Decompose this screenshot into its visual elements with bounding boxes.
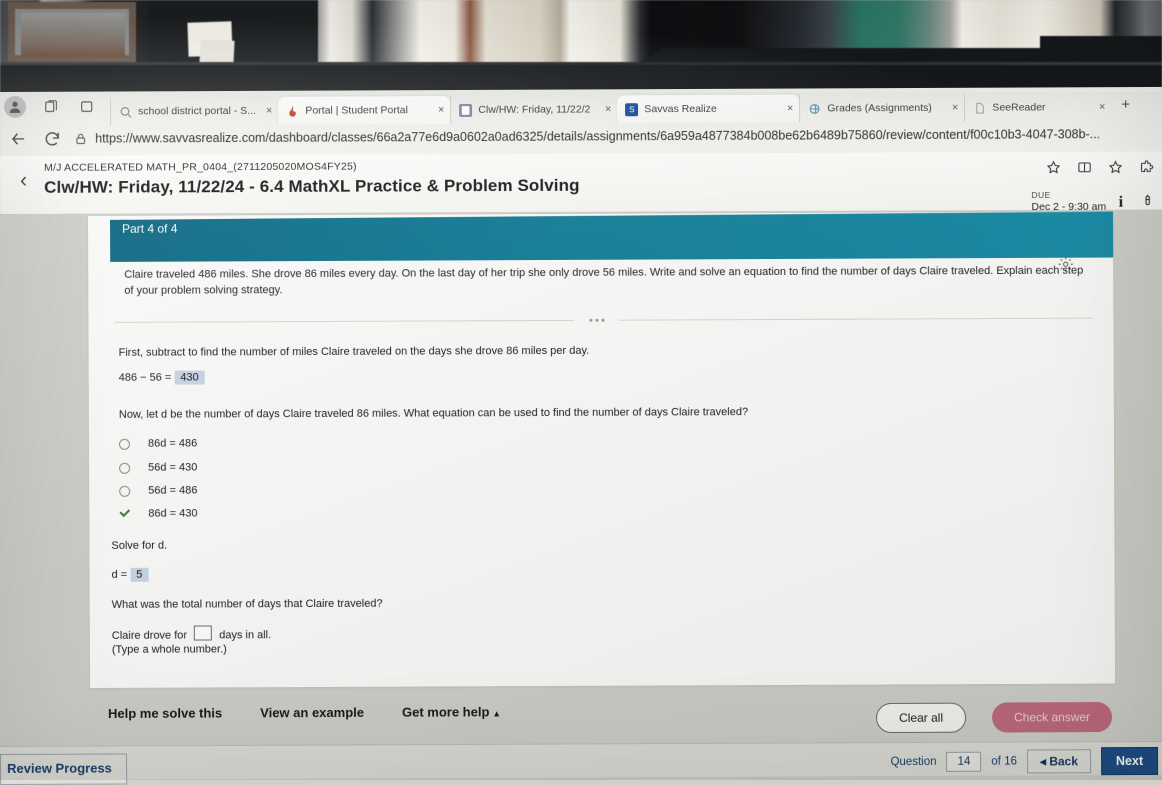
action-buttons: Clear all Check answer — [875, 702, 1113, 734]
chevron-up-icon: ▴ — [494, 708, 499, 719]
get-more-help-button[interactable]: Get more help ▴ — [402, 704, 499, 719]
tab-title: Savvas Realize — [644, 102, 717, 116]
help-me-solve-this-button[interactable]: Help me solve this — [108, 706, 222, 721]
question-navigation: Question 14 of 16 ◂ Back Next — [890, 746, 1159, 776]
picture-frame — [8, 2, 136, 62]
view-an-example-button[interactable]: View an example — [260, 705, 364, 720]
browser-chrome: school district portal - S... × Portal |… — [0, 86, 1162, 158]
final-answer-row: Claire drove for days in all. — [112, 625, 271, 644]
doc-icon — [459, 103, 473, 117]
step-3-equation: d = 5 — [111, 567, 149, 584]
get-more-help-label: Get more help — [401, 704, 490, 720]
step-1-text: First, subtract to find the number of mi… — [118, 344, 590, 359]
tab-title: Grades (Assignments) — [827, 101, 932, 115]
profile-avatar-icon[interactable] — [4, 95, 27, 118]
monitor-bezel-step — [640, 48, 1060, 62]
step-1-equation: 486 − 56 = 430 — [119, 370, 205, 386]
app-header: ‹ M/J ACCELERATED MATH_PR_0404_(27112050… — [0, 151, 1162, 214]
course-code: M/J ACCELERATED MATH_PR_0404_(2711205020… — [44, 160, 357, 174]
question-total: of 16 — [991, 755, 1017, 768]
step-1-equation-prefix: 486 − 56 = — [118, 371, 172, 384]
next-button[interactable]: Next — [1100, 746, 1159, 776]
step-2-text: Now, let d be the number of days Claire … — [118, 406, 749, 421]
tab-title: SeeReader — [992, 101, 1046, 114]
search-icon — [119, 105, 132, 118]
close-icon[interactable]: × — [1095, 101, 1105, 113]
radio-button[interactable] — [118, 438, 131, 450]
clear-all-button[interactable]: Clear all — [875, 702, 967, 734]
answer-option-2[interactable]: 56d = 430 — [119, 462, 197, 474]
address-bar-row: https://www.savvasrealize.com/dashboard/… — [0, 117, 1162, 156]
final-hint: (Type a whole number.) — [111, 643, 227, 656]
help-links: Help me solve this View an example Get m… — [108, 704, 499, 721]
photo-background-top — [0, 0, 1162, 96]
option-label: 56d = 430 — [148, 461, 198, 474]
globe-icon — [808, 102, 821, 115]
dark-panel — [148, 0, 318, 67]
close-icon[interactable]: × — [601, 103, 611, 115]
close-icon[interactable]: × — [948, 102, 958, 114]
final-suffix: days in all. — [219, 629, 272, 642]
step-3-answer-field[interactable]: 5 — [130, 567, 149, 582]
flame-icon — [286, 104, 299, 117]
picture-frame-inner — [21, 13, 125, 57]
answer-option-1[interactable]: 86d = 486 — [118, 437, 198, 450]
lock-icon — [74, 132, 87, 145]
favorite-icon[interactable] — [1108, 160, 1123, 180]
final-answer-input[interactable] — [194, 625, 213, 641]
tab-list-icon[interactable] — [76, 96, 98, 118]
question-number-input[interactable]: 14 — [946, 751, 982, 772]
reload-icon[interactable] — [40, 127, 64, 151]
check-answer-button[interactable]: Check answer — [991, 702, 1113, 733]
step-1-answer-field[interactable]: 430 — [174, 370, 205, 385]
step-4-question: What was the total number of days that C… — [111, 597, 383, 611]
close-icon[interactable]: × — [783, 103, 793, 115]
close-icon[interactable]: × — [434, 104, 444, 116]
exercise-panel: Part 4 of 4 Claire traveled 486 miles. S… — [88, 211, 1116, 688]
info-icon[interactable]: i — [1119, 194, 1124, 211]
step-3-text: Solve for d. — [111, 539, 168, 552]
back-icon[interactable] — [6, 127, 30, 151]
question-label: Question — [890, 755, 937, 769]
option-label: 86d = 486 — [147, 437, 198, 450]
back-button[interactable]: ◂ Back — [1026, 749, 1092, 774]
part-label: Part 4 of 4 — [122, 221, 178, 236]
radio-button[interactable] — [119, 462, 131, 474]
step-3-equation-prefix: d = — [111, 568, 128, 581]
url-text: https://www.savvasrealize.com/dashboard/… — [95, 127, 1101, 146]
header-status-icons: i — [1119, 194, 1155, 212]
close-icon[interactable]: × — [262, 105, 272, 117]
browser-toolbar-icons — [1046, 160, 1154, 180]
bottom-navigation-bar: Review Progress Question 14 of 16 ◂ Back… — [0, 740, 1162, 785]
monitor-bezel-step-2 — [1040, 36, 1162, 62]
final-prefix: Claire drove for — [111, 629, 188, 642]
due-label: DUE — [1031, 189, 1051, 201]
back-button[interactable]: ‹ — [20, 169, 27, 192]
star-icon[interactable] — [1046, 160, 1061, 180]
answer-option-4[interactable]: 86d = 430 — [119, 508, 197, 520]
more-options-icon[interactable] — [574, 312, 619, 327]
split-screen-icon[interactable] — [1077, 160, 1092, 180]
option-label: 56d = 486 — [148, 484, 198, 497]
tab-title: school district portal - S... — [138, 104, 256, 118]
new-tab-button[interactable]: + — [1111, 96, 1140, 113]
answer-option-3[interactable]: 56d = 486 — [119, 485, 197, 497]
tab-title: Portal | Student Portal — [305, 104, 408, 117]
part-banner: Part 4 of 4 — [110, 212, 1113, 262]
tab-title: Clw/HW: Friday, 11/22/2 — [478, 103, 591, 116]
problem-statement: Claire traveled 486 miles. She drove 86 … — [124, 264, 1084, 297]
browser-left-controls — [4, 95, 98, 118]
extension-icon[interactable] — [1139, 160, 1154, 180]
radio-button-selected[interactable] — [119, 508, 130, 519]
page-icon — [973, 101, 986, 114]
due-block: DUE Dec 2 - 9:30 am — [1031, 190, 1106, 214]
option-label: 86d = 430 — [148, 507, 198, 520]
battery-icon — [1141, 194, 1154, 212]
s-icon: S — [625, 102, 639, 116]
review-progress-button[interactable]: Review Progress — [0, 753, 127, 785]
radio-button[interactable] — [119, 485, 131, 497]
address-bar[interactable]: https://www.savvasrealize.com/dashboard/… — [74, 122, 1162, 151]
collections-icon[interactable] — [40, 96, 62, 118]
page-title: Clw/HW: Friday, 11/22/24 - 6.4 MathXL Pr… — [44, 175, 580, 197]
